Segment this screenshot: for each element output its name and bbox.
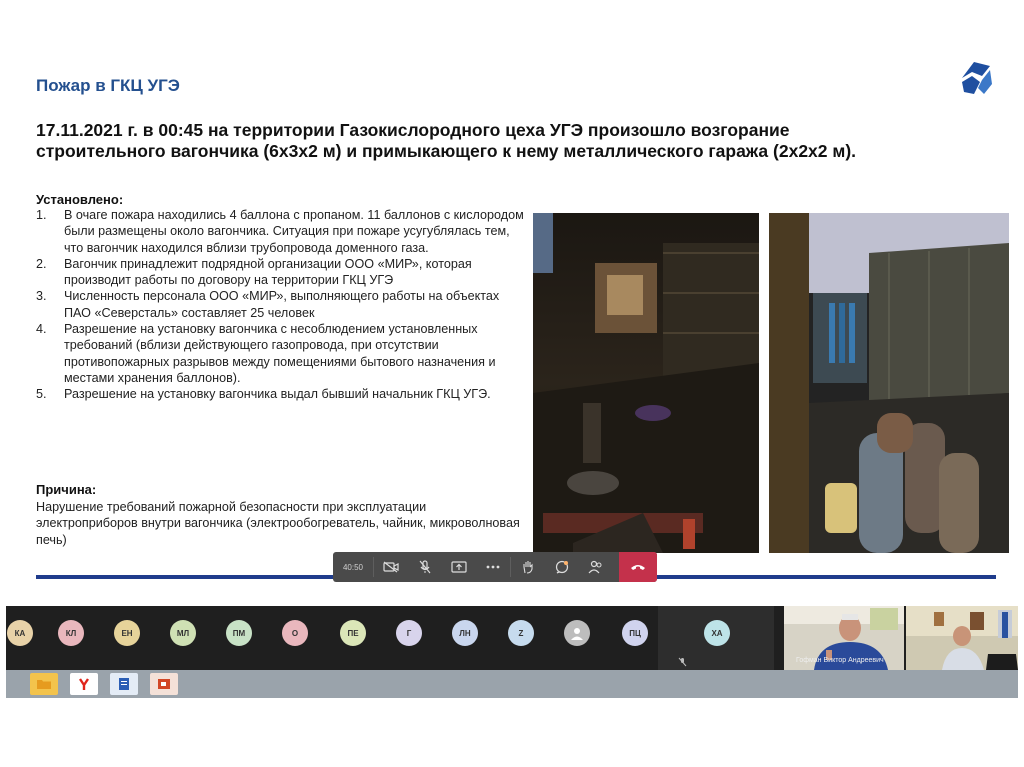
participant-avatar[interactable] <box>564 620 590 646</box>
list-item: 3. Численность персонала ООО «МИР», выпол… <box>36 289 500 320</box>
participants-button[interactable] <box>579 552 613 582</box>
slide-headline: 17.11.2021 г. в 00:45 на территории Газо… <box>36 120 956 162</box>
user-placeholder-icon <box>571 628 583 640</box>
established-heading: Установлено: <box>36 192 124 207</box>
list-item: 1. В очаге пожара находились 4 баллона с … <box>36 208 524 255</box>
taskbar-document-button[interactable] <box>110 673 138 695</box>
participant-avatar[interactable]: ЕН <box>114 620 140 646</box>
meeting-window: Пожар в ГКЦ УГЭ 17.11.2021 г. в 00:45 на… <box>6 38 1018 698</box>
cause-heading: Причина: <box>36 482 97 497</box>
participants-strip: КА КЛ ЕН МЛ ПМ О ПЕ Г ЛН Z ПЦ ХА Гофман … <box>6 606 1018 670</box>
meeting-toolbar: 40:50 <box>333 552 657 582</box>
raise-hand-button[interactable] <box>511 552 545 582</box>
taskbar-browser-button[interactable] <box>70 673 98 695</box>
participant-avatar[interactable]: О <box>282 620 308 646</box>
fire-site-photo-gas-cylinders <box>769 213 1009 553</box>
camera-off-icon <box>383 561 399 573</box>
participant-avatar[interactable]: КА <box>7 620 33 646</box>
participant-avatar[interactable]: КЛ <box>58 620 84 646</box>
self-tile[interactable]: ХА <box>658 606 774 670</box>
document-icon <box>119 678 129 690</box>
hang-up-icon <box>631 565 645 570</box>
chat-icon <box>555 560 569 574</box>
list-item: 4. Разрешение на установку вагончика с не… <box>36 322 496 385</box>
taskbar-presentation-button[interactable] <box>150 673 178 695</box>
more-icon <box>486 565 500 569</box>
findings-list: 1. В очаге пожара находились 4 баллона с … <box>36 207 524 403</box>
slide-title: Пожар в ГКЦ УГЭ <box>36 76 180 95</box>
participants-icon <box>588 560 602 574</box>
presentation-icon <box>158 679 170 689</box>
list-item: 2. Вагончик принадлежит подрядной организ… <box>36 256 472 288</box>
list-item: 5. Разрешение на установку вагончика выда… <box>36 387 491 402</box>
share-screen-button[interactable] <box>442 552 476 582</box>
participant-avatar[interactable]: ПЕ <box>340 620 366 646</box>
company-logo-icon <box>962 62 992 94</box>
participant-avatar[interactable]: МЛ <box>170 620 196 646</box>
mic-off-icon <box>419 560 431 574</box>
fire-site-photo-burned-trailer <box>533 213 759 553</box>
camera-participant-name: Гофман Виктор Андреевич <box>796 657 884 664</box>
participant-avatar[interactable]: ЛН <box>452 620 478 646</box>
os-taskbar <box>6 670 1018 698</box>
hang-up-button[interactable] <box>619 552 657 582</box>
yandex-browser-icon <box>79 678 89 690</box>
headline-line-2: строительного вагончика (6х3х2 м) и прим… <box>36 141 857 161</box>
taskbar-folder-button[interactable] <box>30 673 58 695</box>
headline-line-1: 17.11.2021 г. в 00:45 на территории Газо… <box>36 120 790 140</box>
participant-avatar[interactable]: ПМ <box>226 620 252 646</box>
participant-avatar[interactable]: ПЦ <box>622 620 648 646</box>
raise-hand-icon <box>523 561 533 574</box>
participant-avatar[interactable]: Г <box>396 620 422 646</box>
mic-off-icon <box>678 657 687 667</box>
mic-toggle-button[interactable] <box>408 552 442 582</box>
more-options-button[interactable] <box>476 552 510 582</box>
cause-text: Нарушение требований пожарной безопаснос… <box>36 500 520 547</box>
call-timer: 40:50 <box>342 562 364 572</box>
self-avatar: ХА <box>704 620 730 646</box>
shared-slide: Пожар в ГКЦ УГЭ 17.11.2021 г. в 00:45 на… <box>6 38 1018 606</box>
chat-button[interactable] <box>545 552 579 582</box>
participant-avatar[interactable]: Z <box>508 620 534 646</box>
participant-camera-video[interactable] <box>906 606 1018 670</box>
camera-toggle-button[interactable] <box>374 552 408 582</box>
share-screen-icon <box>451 561 467 573</box>
folder-icon <box>37 680 51 689</box>
